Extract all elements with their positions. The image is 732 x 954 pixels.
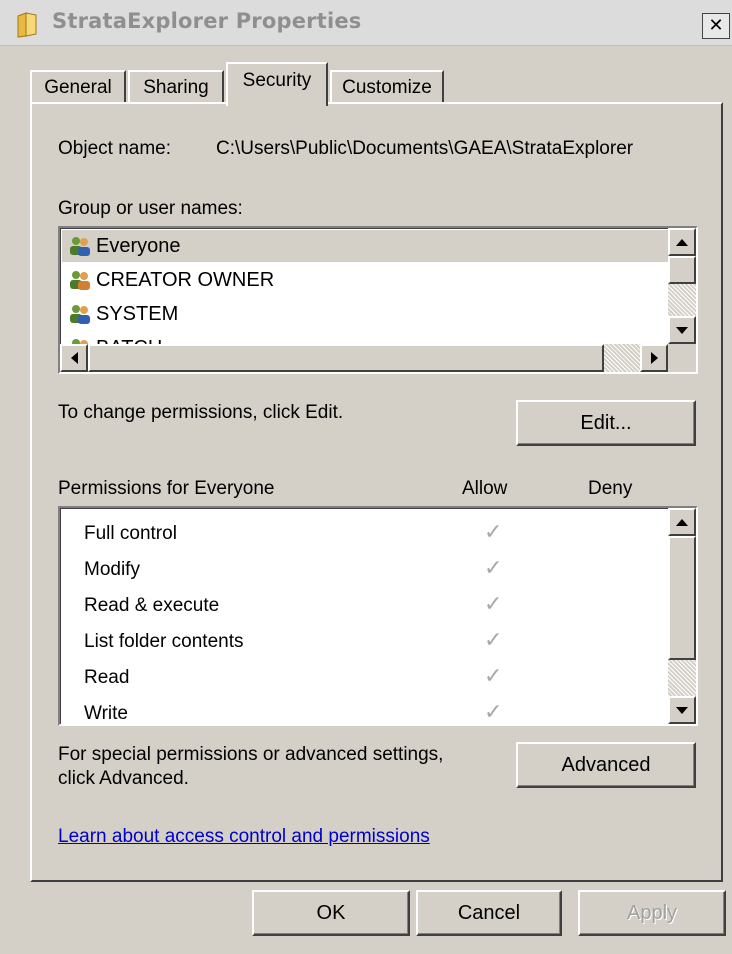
apply-button[interactable]: Apply [578,890,726,936]
window-title: StrataExplorer Properties [52,9,362,33]
scroll-up-button[interactable] [668,508,696,536]
user-name: CREATOR OWNER [96,268,275,291]
user-name: Everyone [96,234,181,257]
tab-customize[interactable]: Customize [330,70,444,104]
permission-row: Read & execute [84,588,219,624]
advanced-hint-line2: click Advanced. [58,768,189,789]
tab-sharing[interactable]: Sharing [128,70,224,104]
object-name-value: C:\Users\Public\Documents\GAEA\StrataExp… [216,138,634,159]
allow-check-icon: ✓ [484,664,503,689]
permission-name: Full control [84,523,177,544]
edit-button[interactable]: Edit... [516,400,696,446]
user-item-system[interactable]: SYSTEM [68,298,178,330]
scroll-up-button[interactable] [668,228,696,256]
permissions-list: Full control ✓ Modify ✓ Read & execute ✓… [58,506,698,726]
arrow-up-icon [676,518,688,526]
permissions-header: Permissions for Everyone [58,478,275,499]
folder-icon [17,12,37,38]
permission-name: List folder contents [84,631,244,652]
tab-general[interactable]: General [30,70,126,104]
arrow-down-icon [676,706,688,714]
security-tab-panel: Object name: C:\Users\Public\Documents\G… [30,102,723,882]
arrow-right-icon [650,352,658,364]
arrow-left-icon [70,352,78,364]
change-permissions-hint: To change permissions, click Edit. [58,402,344,423]
cancel-button[interactable]: Cancel [416,890,562,936]
scroll-down-button[interactable] [668,696,696,724]
permission-name: Write [84,703,128,724]
user-name: SYSTEM [96,302,179,325]
user-group-icon [70,271,90,290]
allow-column-header: Allow [462,478,508,499]
scroll-down-button[interactable] [668,316,696,344]
properties-dialog: StrataExplorer Properties ✕ General Shar… [0,0,732,954]
permission-row: Full control [84,516,177,552]
learn-about-access-control-link[interactable]: Learn about access control and permissio… [58,826,430,848]
arrow-up-icon [676,238,688,246]
user-item-everyone[interactable]: Everyone [62,230,670,262]
permission-name: Modify [84,559,140,580]
group-or-user-names-label: Group or user names: [58,198,243,219]
permission-row: Write [84,696,128,724]
allow-check-icon: ✓ [484,628,503,653]
scrollbar-corner [668,344,696,372]
permission-row: List folder contents [84,624,243,660]
allow-check-icon: ✓ [484,700,503,725]
user-group-icon [70,237,90,256]
scroll-right-button[interactable] [640,344,668,372]
allow-check-icon: ✓ [484,556,503,581]
object-name-label: Object name: [58,138,171,159]
arrow-down-icon [676,326,688,334]
deny-column-header: Deny [588,478,633,499]
permission-name: Read [84,667,130,688]
scroll-thumb[interactable] [668,536,696,660]
permission-name: Read & execute [84,595,220,616]
close-button[interactable]: ✕ [702,13,730,39]
allow-check-icon: ✓ [484,592,503,617]
permission-row: Read [84,660,129,696]
advanced-hint-line1: For special permissions or advanced sett… [58,744,444,765]
users-listbox[interactable]: Everyone CREATOR OWNER SYSTEM [58,226,698,374]
permission-row: Modify [84,552,140,588]
advanced-button[interactable]: Advanced [516,742,696,788]
title-bar[interactable]: StrataExplorer Properties ✕ [0,0,732,46]
user-item-creator-owner[interactable]: CREATOR OWNER [68,264,274,296]
allow-check-icon: ✓ [484,520,503,545]
user-group-icon [70,305,90,324]
ok-button[interactable]: OK [252,890,410,936]
scroll-thumb[interactable] [668,256,696,284]
horizontal-scroll-thumb[interactable] [88,344,604,372]
tab-security[interactable]: Security [226,62,328,106]
scroll-left-button[interactable] [60,344,88,372]
